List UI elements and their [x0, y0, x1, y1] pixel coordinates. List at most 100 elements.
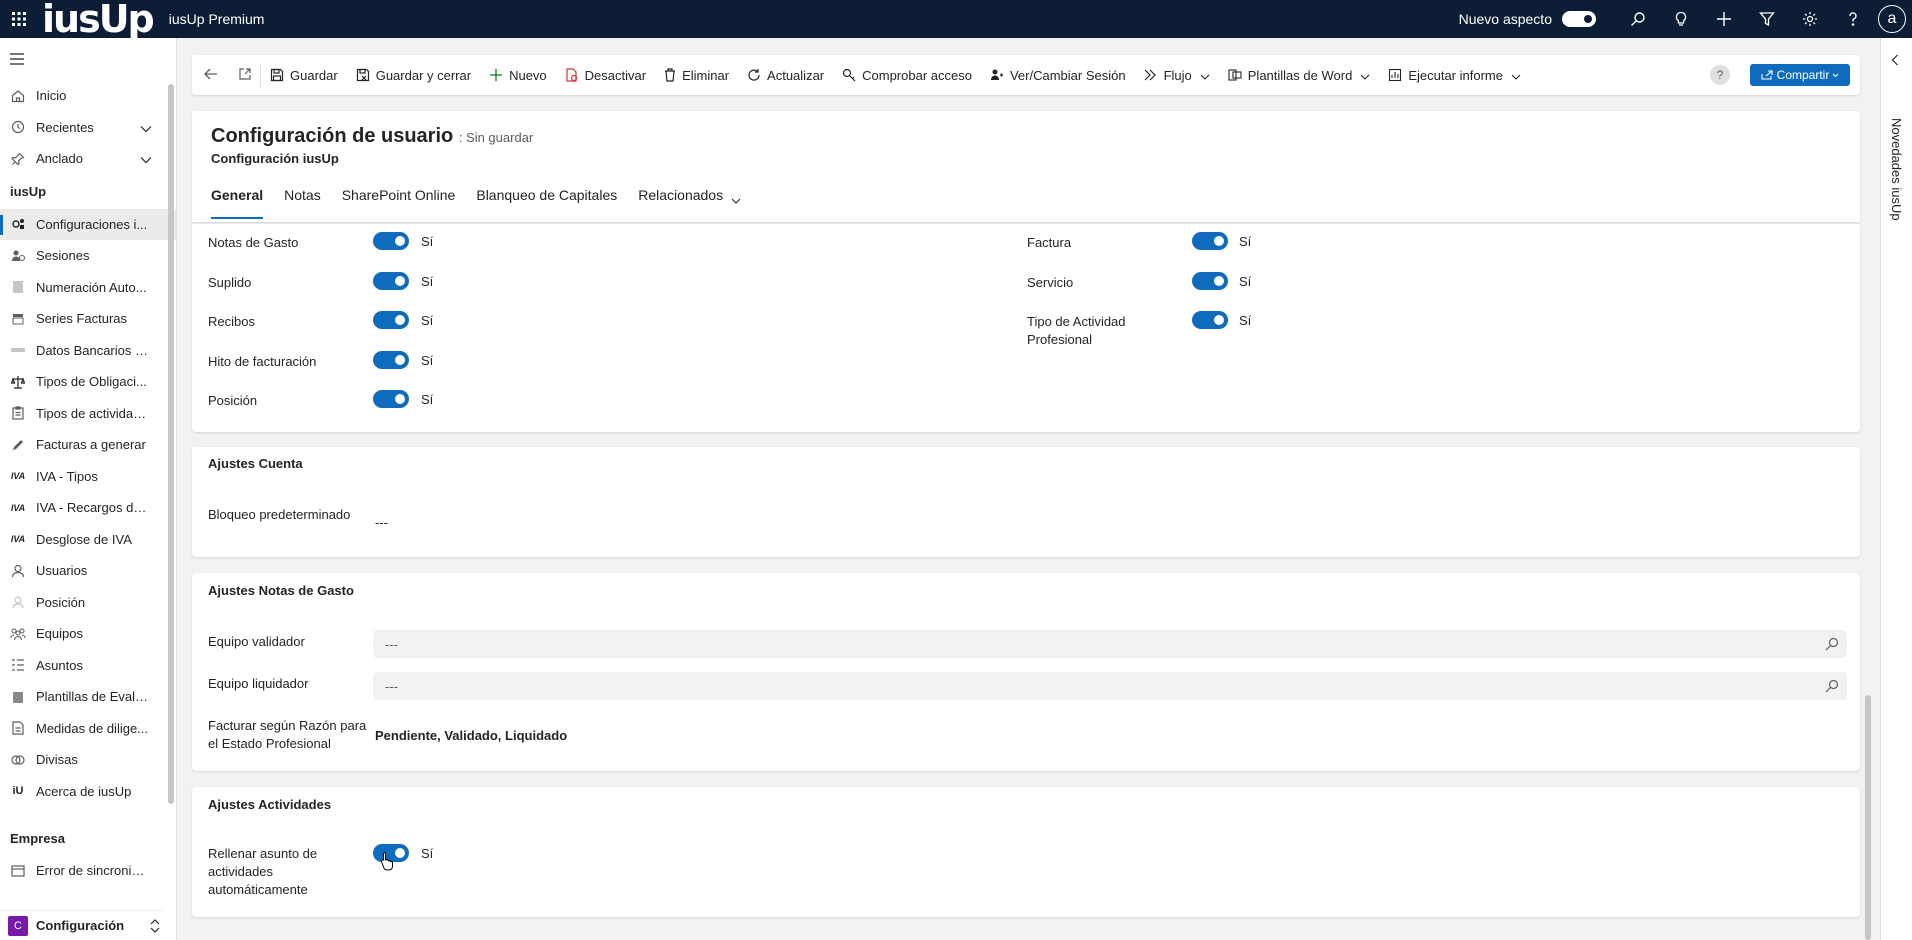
facturar-value[interactable]: Pendiente, Validado, Liquidado	[375, 728, 567, 743]
deactivate-button[interactable]: Desactivar	[556, 55, 655, 95]
search-icon[interactable]	[1825, 679, 1839, 696]
tab-relacionados[interactable]: Relacionados	[638, 187, 741, 219]
back-button[interactable]	[192, 55, 230, 95]
lightbulb-icon[interactable]	[1659, 0, 1702, 38]
filter-icon[interactable]	[1745, 0, 1788, 38]
sidebar-item-inicio[interactable]: Inicio	[0, 80, 176, 112]
chevron-down-icon	[731, 191, 741, 207]
tab-general[interactable]: General	[211, 187, 264, 219]
toggle-posicion[interactable]	[373, 390, 409, 408]
toggle-recibos[interactable]	[373, 311, 409, 329]
delete-button[interactable]: Eliminar	[655, 55, 738, 95]
sidebar-item-label: Facturas a generar	[36, 437, 146, 453]
sidebar-item-asuntos[interactable]: Asuntos	[0, 650, 176, 682]
refresh-button[interactable]: Actualizar	[738, 55, 833, 95]
toggle-servicio[interactable]	[1192, 272, 1228, 290]
tab-notas[interactable]: Notas	[284, 187, 321, 219]
sidebar-item-label: Tipos de Obligaci...	[36, 374, 147, 390]
toggle-factura[interactable]	[1192, 232, 1228, 250]
main-scrollbar[interactable]	[1865, 695, 1871, 940]
bloqueo-value[interactable]: ---	[375, 515, 388, 530]
sidebar-item-iva-recargos[interactable]: IVA IVA - Recargos de ...	[0, 492, 176, 524]
sidebar-item-datos-bancarios[interactable]: Datos Bancarios d...	[0, 335, 176, 367]
sidebar-item-tipos-obligacion[interactable]: Tipos de Obligaci...	[0, 366, 176, 398]
clipboard-icon	[8, 406, 28, 420]
sidebar-item-sesiones[interactable]: Sesiones	[0, 240, 176, 272]
template-icon	[8, 690, 28, 704]
sidebar-item-plantillas-evaluacion[interactable]: Plantillas de Evalu...	[0, 681, 176, 713]
toggle-tipo-actividad[interactable]	[1192, 311, 1228, 329]
chevron-left-icon[interactable]	[1891, 54, 1899, 69]
flow-button[interactable]: Flujo	[1135, 55, 1219, 95]
chevron-down-icon	[1511, 68, 1521, 83]
sidebar-item-label: Sesiones	[36, 248, 90, 264]
toggle-notas-gasto[interactable]	[373, 232, 409, 250]
key-icon	[842, 68, 856, 82]
run-report-button[interactable]: Ejecutar informe	[1379, 55, 1530, 95]
app-launcher-icon[interactable]	[0, 0, 38, 38]
word-templates-button[interactable]: Plantillas de Word	[1219, 55, 1380, 95]
sidebar-item-desglose-iva[interactable]: IVA Desglose de IVA	[0, 524, 176, 556]
sidebar-scrollbar[interactable]	[168, 84, 174, 804]
sidebar-item-error-sincronizacion[interactable]: Error de sincroniz...	[0, 855, 176, 887]
sidebar-item-medidas-diligencia[interactable]: Medidas de dilige...	[0, 713, 176, 745]
chevron-down-icon[interactable]	[140, 121, 152, 136]
toggle-value: Sí	[1239, 274, 1252, 289]
sidebar-item-label: Numeración Auto...	[36, 279, 147, 295]
field-label-factura: Factura	[1027, 235, 1072, 250]
new-look-toggle[interactable]	[1562, 11, 1596, 27]
sidebar-item-facturas-generar[interactable]: Facturas a generar	[0, 429, 176, 461]
equipo-validador-lookup[interactable]: ---	[373, 630, 1847, 658]
gear-icon[interactable]	[1788, 0, 1831, 38]
save-close-button[interactable]: Guardar y cerrar	[347, 55, 480, 95]
session-switch-button[interactable]: Ver/Cambiar Sesión	[981, 55, 1135, 95]
toggle-suplido[interactable]	[373, 272, 409, 290]
toggle-value: Sí	[1239, 234, 1252, 249]
sidebar-item-posicion[interactable]: Posición	[0, 587, 176, 619]
chevron-down-icon[interactable]	[140, 152, 152, 167]
area-switcher[interactable]: C Configuración	[0, 910, 162, 940]
area-label: Configuración	[36, 918, 125, 933]
chevron-down-icon	[1200, 68, 1210, 83]
hamburger-menu-icon[interactable]	[0, 38, 176, 80]
sidebar-item-label: Posición	[36, 594, 86, 610]
help-icon[interactable]	[1831, 0, 1874, 38]
sidebar-item-divisas[interactable]: Divisas	[0, 744, 176, 776]
toggle-value: Sí	[421, 353, 434, 368]
sidebar-item-series-facturas[interactable]: Series Facturas	[0, 303, 176, 335]
sidebar-item-recientes[interactable]: Recientes	[0, 112, 176, 144]
refresh-icon	[747, 68, 761, 82]
sidebar-item-equipos[interactable]: Equipos	[0, 618, 176, 650]
sidebar-item-configuraciones[interactable]: Configuraciones i...	[0, 208, 176, 240]
toggle-hito-facturacion[interactable]	[373, 351, 409, 369]
sidebar-item-usuarios[interactable]: Usuarios	[0, 555, 176, 587]
popout-button[interactable]	[230, 55, 260, 95]
check-access-button[interactable]: Comprobar acceso	[833, 55, 981, 95]
tab-sharepoint[interactable]: SharePoint Online	[342, 187, 456, 219]
app-name[interactable]: iusUp Premium	[169, 11, 265, 27]
help-question-button[interactable]: ?	[1710, 65, 1730, 85]
check-access-label: Comprobar acceso	[862, 67, 972, 83]
sidebar-item-label: Plantillas de Evalu...	[36, 689, 148, 705]
search-icon[interactable]	[1616, 0, 1659, 38]
tab-blanqueo[interactable]: Blanqueo de Capitales	[476, 187, 617, 219]
app-logo[interactable]: iusUp	[42, 0, 155, 38]
sidebar-item-tipos-actividad[interactable]: Tipos de actividad...	[0, 398, 176, 430]
equipo-liquidador-lookup[interactable]: ---	[373, 672, 1847, 700]
novedades-pane-label[interactable]: Novedades iusUp	[1889, 118, 1904, 221]
search-icon[interactable]	[1825, 637, 1839, 654]
save-close-icon	[356, 68, 370, 82]
plus-icon	[489, 68, 503, 82]
plus-icon[interactable]	[1702, 0, 1745, 38]
sidebar-item-anclado[interactable]: Anclado	[0, 143, 176, 175]
new-button[interactable]: Nuevo	[480, 55, 556, 95]
toggle-value: Sí	[421, 313, 434, 328]
save-button[interactable]: Guardar	[261, 55, 347, 95]
save-label: Guardar	[290, 67, 338, 83]
sidebar-item-numeracion[interactable]: Numeración Auto...	[0, 272, 176, 304]
record-form-name: Configuración iusUp	[211, 151, 339, 166]
user-avatar[interactable]: a	[1878, 5, 1906, 33]
sidebar-item-iva-tipos[interactable]: IVA IVA - Tipos	[0, 461, 176, 493]
sidebar-item-acerca[interactable]: iU Acerca de iusUp	[0, 776, 176, 808]
share-button[interactable]: Compartir	[1750, 64, 1850, 86]
